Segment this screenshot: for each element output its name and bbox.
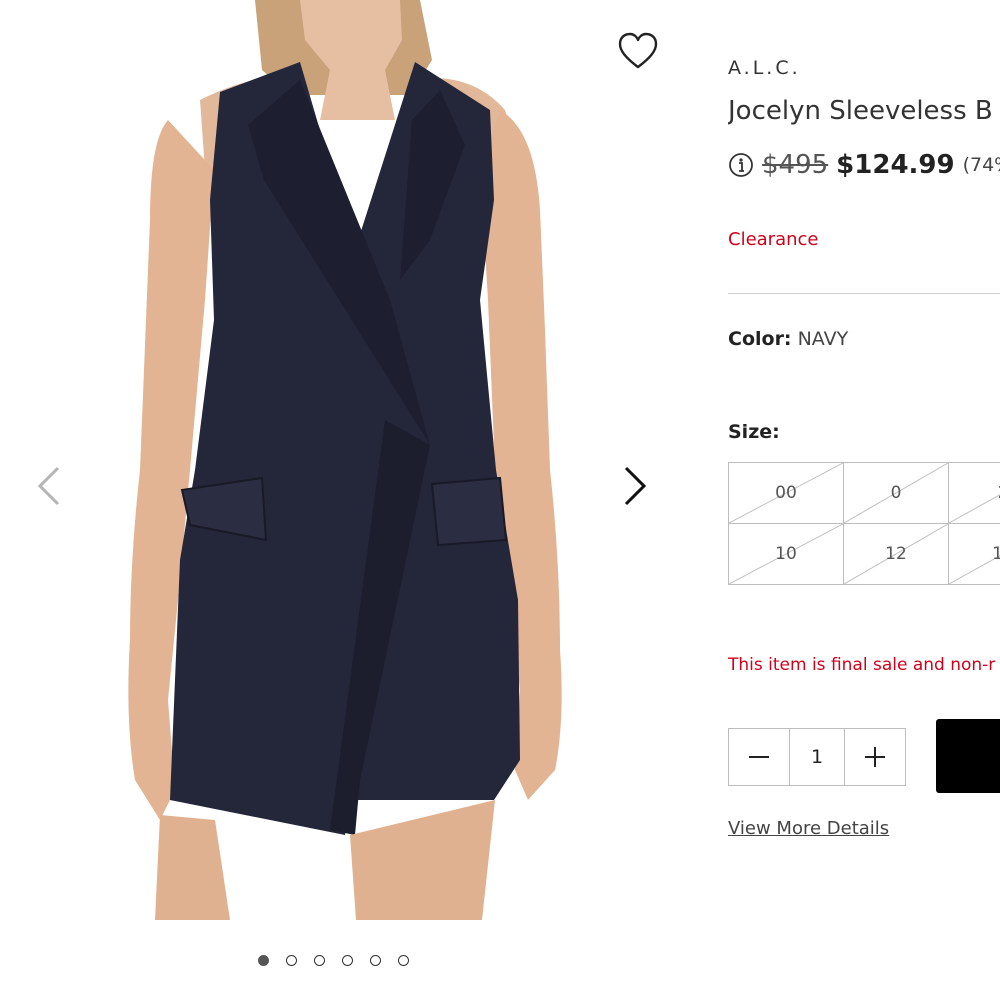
- size-option-label: 14: [949, 544, 1000, 564]
- gallery-dot[interactable]: [370, 955, 381, 966]
- sale-price: $124.99: [836, 150, 955, 180]
- discount-percent: (74%: [962, 154, 1000, 176]
- divider: [728, 293, 1000, 294]
- quantity-value[interactable]: 1: [789, 729, 845, 785]
- price-row: $495 $124.99 (74%: [728, 150, 1000, 180]
- chevron-right-icon[interactable]: [616, 462, 656, 510]
- gallery-dot[interactable]: [286, 955, 297, 966]
- final-sale-notice: This item is final sale and non-r: [728, 655, 996, 675]
- gallery-pagination: [258, 955, 409, 971]
- original-price: $495: [762, 150, 829, 180]
- size-option-label: 2: [949, 483, 1000, 503]
- gallery-dot[interactable]: [398, 955, 409, 966]
- gallery-dot[interactable]: [342, 955, 353, 966]
- color-label: Color:: [728, 328, 792, 350]
- size-option-unavailable[interactable]: 14: [948, 523, 1000, 585]
- color-selection: Color: NAVY: [728, 328, 848, 350]
- size-option-unavailable[interactable]: 10: [728, 523, 844, 585]
- size-grid: 00 0 2 10 12 14: [728, 462, 1000, 586]
- size-option-label: 10: [775, 544, 797, 564]
- size-label: Size:: [728, 421, 780, 443]
- product-image[interactable]: [0, 0, 690, 920]
- view-more-details-link[interactable]: View More Details: [728, 818, 889, 839]
- size-option-label: 12: [885, 544, 907, 564]
- wishlist-heart-icon[interactable]: [616, 30, 660, 74]
- plus-icon[interactable]: [845, 729, 905, 785]
- brand-name[interactable]: A.L.C.: [728, 57, 801, 79]
- size-option-unavailable[interactable]: 0: [843, 462, 949, 524]
- clearance-badge: Clearance: [728, 229, 819, 250]
- color-value: NAVY: [797, 328, 849, 350]
- minus-icon[interactable]: [729, 729, 789, 785]
- gallery-dot[interactable]: [314, 955, 325, 966]
- size-option-unavailable[interactable]: 00: [728, 462, 844, 524]
- product-title: Jocelyn Sleeveless B: [728, 96, 993, 126]
- size-option-unavailable[interactable]: 2: [948, 462, 1000, 524]
- size-option-label: 00: [775, 483, 797, 503]
- product-details-panel: A.L.C. Jocelyn Sleeveless B $495 $124.99…: [728, 0, 1000, 1000]
- add-to-bag-button[interactable]: [936, 719, 1000, 793]
- chevron-left-icon[interactable]: [28, 462, 68, 510]
- info-icon[interactable]: [728, 152, 754, 178]
- quantity-stepper: 1: [728, 728, 906, 786]
- size-option-unavailable[interactable]: 12: [843, 523, 949, 585]
- product-gallery: [0, 0, 690, 1000]
- gallery-dot[interactable]: [258, 955, 269, 966]
- size-option-label: 0: [890, 483, 902, 503]
